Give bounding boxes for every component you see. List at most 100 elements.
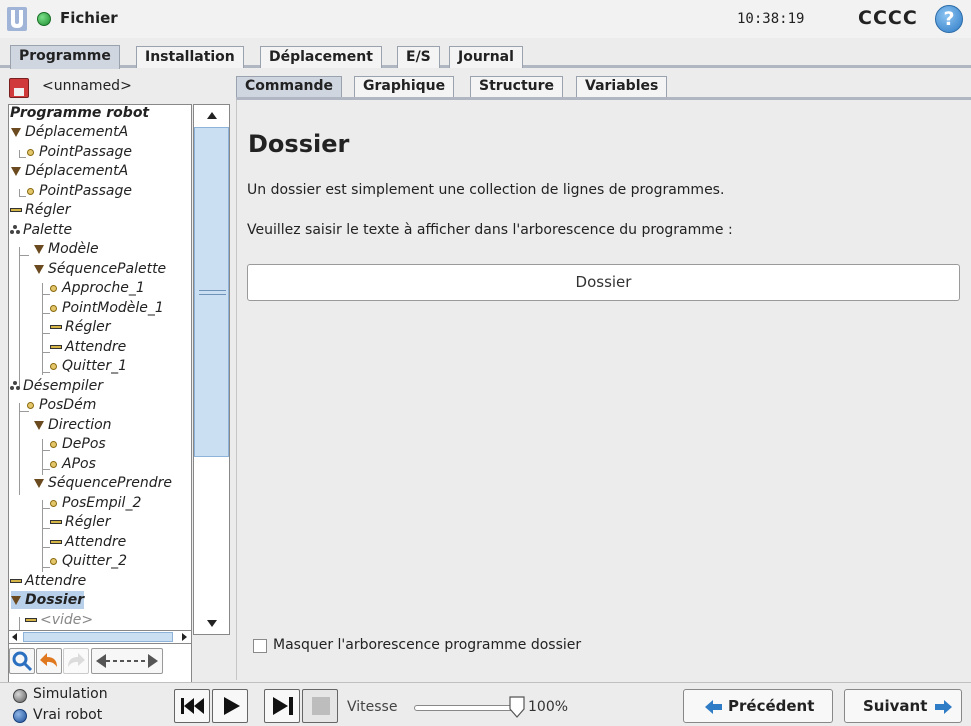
tab-journal[interactable]: Journal xyxy=(449,46,523,68)
tree-item[interactable]: Approche_1 xyxy=(50,279,145,297)
folder-name-prompt: Veuillez saisir le texte à afficher dans… xyxy=(247,222,733,238)
folder-description: Un dossier est simplement une collection… xyxy=(247,182,725,198)
waypoint-icon xyxy=(50,362,57,370)
step-button[interactable] xyxy=(264,689,300,723)
tree-item-selected[interactable]: Dossier xyxy=(11,591,85,609)
tree-item[interactable]: PointPassage xyxy=(27,182,132,200)
tree-item[interactable]: PointPassage xyxy=(27,143,132,161)
tab-installation[interactable]: Installation xyxy=(136,46,244,68)
waypoint-icon xyxy=(27,187,34,195)
play-icon xyxy=(224,697,240,715)
search-button[interactable] xyxy=(9,648,35,674)
bar-icon xyxy=(25,618,37,622)
tree-item[interactable]: Programme robot xyxy=(10,105,149,122)
speed-slider-handle[interactable] xyxy=(508,696,526,718)
stop-button[interactable] xyxy=(302,689,338,723)
scroll-down-icon[interactable] xyxy=(207,620,217,627)
scroll-right-icon[interactable] xyxy=(182,633,187,641)
redo-button[interactable] xyxy=(63,648,89,674)
bar-icon xyxy=(50,325,62,329)
waypoint-icon xyxy=(50,460,57,468)
sub-tabs: Commande Graphique Structure Variables xyxy=(236,74,971,100)
help-icon[interactable]: ? xyxy=(935,5,963,33)
tree-item[interactable]: Attendre xyxy=(50,533,126,551)
command-panel: Dossier Un dossier est simplement une co… xyxy=(236,100,971,680)
hide-tree-checkbox[interactable] xyxy=(253,639,267,653)
program-tree[interactable]: Programme robot DéplacementA PointPassag… xyxy=(8,104,192,689)
tree-item[interactable]: Régler xyxy=(50,318,111,336)
clock: 10:38:19 xyxy=(737,11,805,27)
previous-button[interactable]: Précédent xyxy=(683,689,833,723)
ur-logo-icon xyxy=(7,7,27,31)
bottom-bar: Simulation Vrai robot Vitesse 100% Précé… xyxy=(0,682,971,726)
tree-item[interactable]: Désempiler xyxy=(10,377,103,395)
program-filename: <unnamed> xyxy=(42,78,132,94)
triangle-icon xyxy=(34,264,44,274)
tree-item[interactable]: Quitter_2 xyxy=(50,552,127,570)
tree-vertical-scrollbar[interactable] xyxy=(193,104,230,635)
tree-item[interactable]: Modèle xyxy=(34,240,99,258)
tab-es[interactable]: E/S xyxy=(397,46,440,68)
stop-icon xyxy=(312,697,330,715)
folder-name-input[interactable]: Dossier xyxy=(247,264,960,301)
pallet-icon xyxy=(10,381,20,391)
tab-deplacement[interactable]: Déplacement xyxy=(260,46,382,68)
next-button[interactable]: Suivant xyxy=(844,689,962,723)
tab-structure[interactable]: Structure xyxy=(470,76,564,97)
tree-item[interactable]: Direction xyxy=(34,416,112,434)
previous-label: Précédent xyxy=(728,697,815,715)
save-icon[interactable] xyxy=(9,78,29,98)
tree-item[interactable]: Régler xyxy=(50,513,111,531)
waypoint-icon xyxy=(50,499,57,507)
tree-item[interactable]: PointModèle_1 xyxy=(50,299,164,317)
tab-programme[interactable]: Programme xyxy=(10,45,120,69)
triangle-icon xyxy=(34,244,44,254)
tree-item[interactable]: APos xyxy=(50,455,96,473)
tree-item[interactable]: DePos xyxy=(50,435,106,453)
pallet-icon xyxy=(10,225,20,235)
speed-slider-track[interactable] xyxy=(414,705,516,711)
real-robot-label[interactable]: Vrai robot xyxy=(33,707,102,723)
play-button[interactable] xyxy=(212,689,248,723)
tree-item[interactable]: DéplacementA xyxy=(11,162,128,180)
page-title: Dossier xyxy=(248,130,350,158)
scroll-left-icon[interactable] xyxy=(12,633,17,641)
scroll-thumb[interactable] xyxy=(23,632,173,642)
tree-item[interactable]: Palette xyxy=(10,221,72,239)
tab-commande[interactable]: Commande xyxy=(236,76,342,97)
file-menu[interactable]: Fichier xyxy=(60,9,118,27)
move-node-button[interactable] xyxy=(91,648,163,674)
tree-item[interactable]: DéplacementA xyxy=(11,123,128,141)
skip-start-button[interactable] xyxy=(174,689,210,723)
arrow-right-icon xyxy=(935,700,952,714)
tab-variables[interactable]: Variables xyxy=(576,76,668,97)
waypoint-icon xyxy=(50,557,57,565)
tree-toolbar xyxy=(8,648,198,676)
main-tabs: Programme Installation Déplacement E/S J… xyxy=(0,40,971,69)
waypoint-icon xyxy=(27,148,34,156)
tree-item[interactable]: Attendre xyxy=(50,338,126,356)
tree-item[interactable]: Quitter_1 xyxy=(50,357,127,375)
tab-graphique[interactable]: Graphique xyxy=(354,76,455,97)
bar-icon xyxy=(50,345,62,349)
real-robot-radio[interactable] xyxy=(13,709,27,723)
tree-horizontal-scrollbar[interactable] xyxy=(8,630,192,644)
scroll-up-icon[interactable] xyxy=(207,112,217,119)
tree-item[interactable]: PosEmpil_2 xyxy=(50,494,141,512)
program-tree-panel: <unnamed> Programme robot DéplacementA P… xyxy=(8,74,230,689)
triangle-icon xyxy=(11,166,21,176)
tree-item[interactable]: PosDém xyxy=(27,396,96,414)
tree-item[interactable]: <vide> xyxy=(25,611,93,629)
tree-item[interactable]: SéquencePalette xyxy=(34,260,166,278)
hide-tree-label[interactable]: Masquer l'arborescence programme dossier xyxy=(273,637,581,653)
arrow-left-icon xyxy=(705,700,722,714)
tree-item[interactable]: Régler xyxy=(10,201,71,219)
tree-item[interactable]: SéquencePrendre xyxy=(34,474,172,492)
simulation-radio[interactable] xyxy=(13,689,27,703)
undo-icon xyxy=(40,653,57,667)
undo-button[interactable] xyxy=(36,648,62,674)
step-icon xyxy=(273,697,293,715)
tree-item[interactable]: Attendre xyxy=(10,572,86,590)
scroll-thumb[interactable] xyxy=(194,127,229,457)
simulation-label[interactable]: Simulation xyxy=(33,686,108,702)
